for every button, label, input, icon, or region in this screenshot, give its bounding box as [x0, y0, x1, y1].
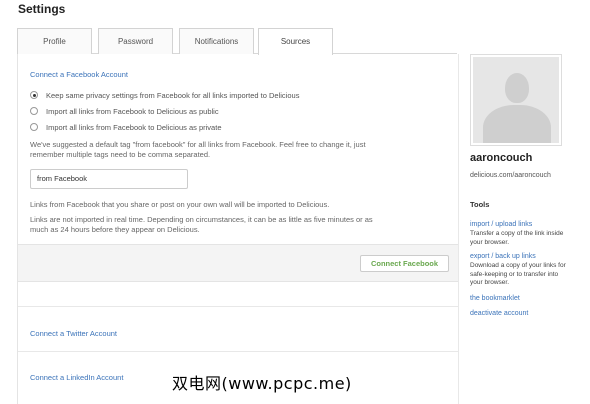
- divider: [18, 351, 458, 352]
- profile-sidebar: aaroncouch delicious.com/aaroncouch Tool…: [458, 54, 590, 404]
- default-tag-input[interactable]: from Facebook: [30, 169, 188, 189]
- watermark: 双电网(www.pcpc.me): [172, 374, 352, 393]
- tab-sources[interactable]: Sources: [258, 28, 333, 55]
- connect-facebook-button[interactable]: Connect Facebook: [360, 255, 449, 272]
- avatar: [470, 54, 562, 146]
- radio-button[interactable]: [30, 91, 38, 99]
- tab-notifications[interactable]: Notifications: [179, 28, 254, 54]
- page-title: Settings: [18, 2, 66, 16]
- connect-facebook-link[interactable]: Connect a Facebook Account: [30, 70, 128, 79]
- username: aaroncouch: [470, 152, 533, 164]
- sources-panel: Connect a Facebook Account Keep same pri…: [17, 54, 458, 404]
- privacy-option-same[interactable]: Keep same privacy settings from Facebook…: [30, 89, 299, 101]
- radio-button[interactable]: [30, 107, 38, 115]
- connect-twitter-link[interactable]: Connect a Twitter Account: [30, 329, 117, 338]
- import-links-link[interactable]: import / upload links: [470, 221, 532, 228]
- export-links-desc: Download a copy of your links for safe-k…: [470, 262, 566, 286]
- button-bar: Connect Facebook: [18, 244, 458, 282]
- option-label: Import all links from Facebook to Delici…: [46, 122, 222, 132]
- radio-button[interactable]: [30, 123, 38, 131]
- tab-password[interactable]: Password: [98, 28, 173, 54]
- export-links-link[interactable]: export / back up links: [470, 253, 536, 260]
- connect-linkedin-link[interactable]: Connect a LinkedIn Account: [30, 373, 123, 382]
- bookmarklet-link[interactable]: the bookmarklet: [470, 295, 520, 302]
- option-label: Import all links from Facebook to Delici…: [46, 106, 219, 116]
- profile-url: delicious.com/aaroncouch: [470, 172, 551, 179]
- privacy-option-private[interactable]: Import all links from Facebook to Delici…: [30, 121, 222, 133]
- default-avatar-icon: [473, 57, 559, 143]
- tab-profile[interactable]: Profile: [17, 28, 92, 54]
- privacy-option-public[interactable]: Import all links from Facebook to Delici…: [30, 105, 219, 117]
- divider: [18, 306, 458, 307]
- option-label: Keep same privacy settings from Facebook…: [46, 90, 300, 100]
- import-links-desc: Transfer a copy of the link inside your …: [470, 230, 564, 246]
- import-note: Links from Facebook that you share or po…: [30, 200, 330, 209]
- timing-note: Links are not imported in real time. Dep…: [30, 215, 373, 234]
- deactivate-account-link[interactable]: deactivate account: [470, 310, 528, 317]
- settings-tabs: Profile Password Notifications Sources: [17, 28, 457, 55]
- tools-heading: Tools: [470, 200, 490, 209]
- default-tag-note: We've suggested a default tag "from face…: [30, 140, 366, 159]
